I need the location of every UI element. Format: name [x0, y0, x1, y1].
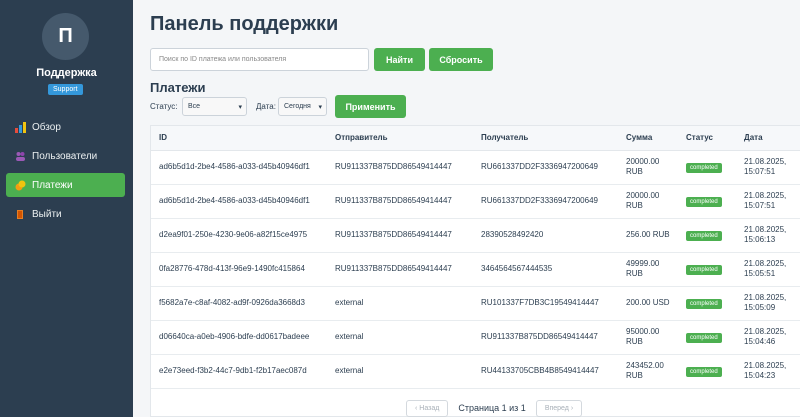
chevron-right-icon: › [568, 404, 574, 412]
page-info: Страница 1 из 1 [458, 403, 526, 413]
chart-icon [14, 121, 26, 133]
table-row[interactable]: 0fa28776-478d-413f-96e9-1490fc415864 RU9… [151, 252, 800, 287]
payment-date: 21.08.2025, 15:06:13 [736, 218, 800, 253]
logout-icon [14, 208, 26, 220]
status-badge: completed [686, 264, 722, 275]
users-icon [14, 150, 26, 162]
payment-recipient: RU911337B875DD86549414447 [473, 320, 618, 355]
payment-id: 0fa28776-478d-413f-96e9-1490fc415864 [151, 252, 327, 287]
prev-page-label: Назад [419, 404, 440, 412]
payment-id: e2e73eed-f3b2-44c7-9db1-f2b17aec087d [151, 354, 327, 389]
sidebar-item-payments[interactable]: Платежи [6, 173, 125, 197]
search-input[interactable] [150, 48, 369, 71]
column-header-sender: Отправитель [327, 126, 473, 151]
status-badge: completed [686, 298, 722, 309]
table-row[interactable]: ad6b5d1d-2be4-4586-a033-d45b40946df1 RU9… [151, 184, 800, 219]
next-page-label: Вперед [544, 404, 569, 412]
page-title: Панель поддержки [150, 13, 339, 35]
table-header-row: ID Отправитель Получатель Сумма Статус Д… [151, 126, 800, 151]
reset-button[interactable]: Сбросить [429, 48, 493, 71]
column-header-date: Дата [736, 126, 800, 151]
payment-date: 21.08.2025, 15:05:51 [736, 252, 800, 287]
table-row[interactable]: f5682a7e-c8af-4082-ad9f-0926da3668d3 ext… [151, 286, 800, 321]
payment-id: d2ea9f01-250e-4230-9e06-a82f15ce4975 [151, 218, 327, 253]
payment-recipient: RU661337DD2F3336947200649 [473, 184, 618, 219]
table-row[interactable]: d2ea9f01-250e-4230-9e06-a82f15ce4975 RU9… [151, 218, 800, 253]
payment-recipient: RU44133705CBB4B8549414447 [473, 354, 618, 389]
sidebar-item-overview[interactable]: Обзор [6, 115, 125, 139]
payment-recipient: 28390528492420 [473, 218, 618, 253]
table-row[interactable]: e2e73eed-f3b2-44c7-9db1-f2b17aec087d ext… [151, 354, 800, 389]
payment-date: 21.08.2025, 15:04:23 [736, 354, 800, 389]
payment-amount: 95000.00 RUB [618, 320, 678, 355]
status-badge: completed [686, 332, 722, 343]
payments-table: ID Отправитель Получатель Сумма Статус Д… [151, 126, 800, 389]
payment-sender: RU911337B875DD86549414447 [327, 218, 473, 253]
sidebar-item-users[interactable]: Пользователи [6, 144, 125, 168]
sidebar-item-label: Пользователи [32, 150, 98, 162]
table-row[interactable]: d06640ca-a0eb-4906-bdfe-dd0617badeee ext… [151, 320, 800, 355]
payment-amount: 49999.00 RUB [618, 252, 678, 287]
sidebar-item-label: Выйти [32, 208, 62, 220]
payment-recipient: RU101337F7DB3C19549414447 [473, 286, 618, 321]
status-select[interactable]: Все ▾ [182, 97, 247, 116]
payment-id: ad6b5d1d-2be4-4586-a033-d45b40946df1 [151, 150, 327, 185]
status-select-value: Все [188, 103, 201, 110]
payment-recipient: 3464564567444535 [473, 252, 618, 287]
sidebar-nav: Обзор Пользователи Платежи Выйти [6, 115, 125, 231]
payment-amount: 200.00 USD [618, 286, 678, 321]
sidebar-item-label: Обзор [32, 121, 61, 133]
sidebar: П Поддержка Support Обзор Пользователи П… [0, 0, 133, 417]
sidebar-item-label: Платежи [32, 179, 73, 191]
status-badge: completed [686, 162, 722, 173]
payments-icon [14, 179, 26, 191]
date-select[interactable]: Сегодня ▾ [278, 97, 327, 116]
payment-date: 21.08.2025, 15:07:51 [736, 150, 800, 185]
find-button[interactable]: Найти [374, 48, 425, 71]
payment-amount: 243452.00 RUB [618, 354, 678, 389]
payment-sender: RU911337B875DD86549414447 [327, 252, 473, 287]
payment-id: d06640ca-a0eb-4906-bdfe-dd0617badeee [151, 320, 327, 355]
payment-date: 21.08.2025, 15:04:46 [736, 320, 800, 355]
payments-table-card: ID Отправитель Получатель Сумма Статус Д… [150, 125, 800, 417]
payment-sender: RU911337B875DD86549414447 [327, 184, 473, 219]
payment-id: ad6b5d1d-2be4-4586-a033-d45b40946df1 [151, 184, 327, 219]
payment-id: f5682a7e-c8af-4082-ad9f-0926da3668d3 [151, 286, 327, 321]
status-badge: completed [686, 366, 722, 377]
prev-page-button[interactable]: ‹ Назад [406, 399, 449, 417]
user-name: Поддержка [36, 67, 97, 79]
chevron-down-icon: ▾ [318, 104, 322, 111]
table-row[interactable]: ad6b5d1d-2be4-4586-a033-d45b40946df1 RU9… [151, 150, 800, 185]
date-select-value: Сегодня [284, 103, 311, 110]
payment-amount: 256.00 RUB [618, 218, 678, 253]
payment-sender: RU911337B875DD86549414447 [327, 150, 473, 185]
apply-button[interactable]: Применить [335, 95, 406, 118]
section-title: Платежи [150, 80, 206, 95]
payment-date: 21.08.2025, 15:07:51 [736, 184, 800, 219]
column-header-recipient: Получатель [473, 126, 618, 151]
next-page-button[interactable]: Вперед › [535, 399, 583, 417]
chevron-down-icon: ▾ [238, 104, 242, 111]
status-badge: completed [686, 196, 722, 207]
sidebar-item-logout[interactable]: Выйти [6, 202, 125, 226]
column-header-amount: Сумма [618, 126, 678, 151]
payment-sender: external [327, 354, 473, 389]
payment-date: 21.08.2025, 15:05:09 [736, 286, 800, 321]
status-filter-label: Статус: [150, 102, 178, 111]
pagination: ‹ Назад Страница 1 из 1 Вперед › [406, 399, 583, 417]
avatar: П [42, 13, 89, 60]
payment-sender: external [327, 286, 473, 321]
main-content: Панель поддержки Найти Сбросить Платежи … [133, 0, 800, 417]
column-header-id: ID [151, 126, 327, 151]
role-badge: Support [48, 84, 83, 95]
date-filter-label: Дата: [256, 102, 276, 111]
payment-amount: 20000.00 RUB [618, 184, 678, 219]
payment-sender: external [327, 320, 473, 355]
payment-recipient: RU661337DD2F3336947200649 [473, 150, 618, 185]
payment-amount: 20000.00 RUB [618, 150, 678, 185]
column-header-status: Статус [678, 126, 736, 151]
status-badge: completed [686, 230, 722, 241]
